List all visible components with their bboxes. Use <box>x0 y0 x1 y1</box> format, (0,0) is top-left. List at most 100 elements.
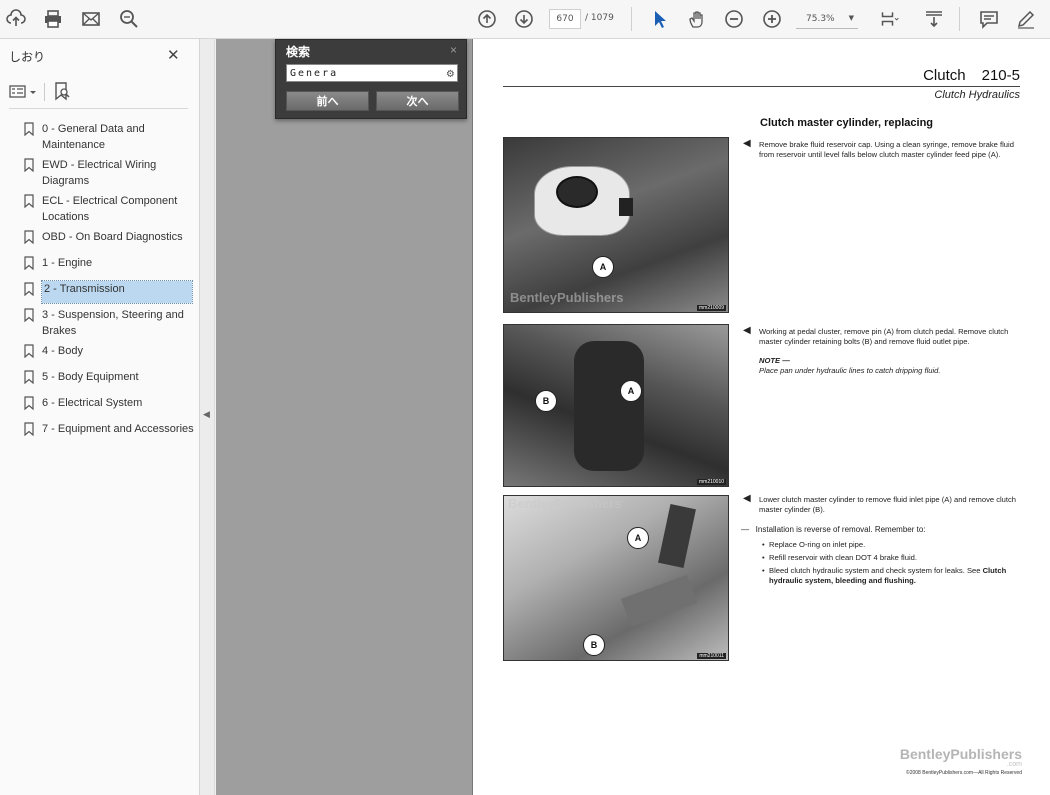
page-fit-icon[interactable] <box>876 8 904 30</box>
bookmark-search-icon[interactable] <box>52 81 72 101</box>
print-icon[interactable] <box>42 8 64 30</box>
publisher-logo: BentleyPublishers <box>899 746 1022 762</box>
watermark: BentleyPublishers <box>510 290 624 305</box>
chapter-title: Clutch <box>923 67 966 84</box>
upload-icon[interactable] <box>5 8 27 30</box>
toolbar-divider <box>631 7 632 31</box>
reservoir-cap <box>556 176 598 208</box>
step-1: ◀ Remove brake fluid reservoir cap. Usin… <box>743 139 1021 160</box>
page-number-input[interactable]: 670 <box>549 9 581 29</box>
gear-icon[interactable]: ⚙ <box>447 66 454 80</box>
bookmark-item[interactable]: 5 - Body Equipment <box>0 367 200 393</box>
bookmark-label: 5 - Body Equipment <box>42 371 139 383</box>
bookmark-item[interactable]: OBD - On Board Diagnostics <box>0 227 200 253</box>
bookmark-item[interactable]: EWD - Electrical Wiring Diagrams <box>0 155 200 191</box>
arrow-icon: ◀ <box>743 493 751 504</box>
tools-divider <box>44 83 45 101</box>
close-icon[interactable]: ✕ <box>167 46 180 64</box>
mail-icon[interactable] <box>80 8 102 30</box>
prev-result-button[interactable]: 前へ <box>286 91 369 111</box>
bookmark-label: ECL - Electrical Component Locations <box>42 195 178 223</box>
cylinder-shape <box>620 574 698 628</box>
callout-b: B <box>535 390 557 412</box>
step-3: ◀ Lower clutch master cylinder to remove… <box>743 494 1021 515</box>
section-heading: Clutch master cylinder, replacing <box>760 117 934 129</box>
comment-icon[interactable] <box>978 8 1000 30</box>
zoom-select[interactable]: 75.3% ▼ <box>796 9 858 29</box>
panel-title: しおり <box>9 50 46 64</box>
bookmark-item[interactable]: ECL - Electrical Component Locations <box>0 191 200 227</box>
photo-tag: mm210009 <box>696 305 726 311</box>
search-icon[interactable] <box>118 8 140 30</box>
bookmark-icon <box>24 344 34 358</box>
panel-collapse-handle[interactable]: ◀ <box>200 39 215 795</box>
bookmarks-panel: しおり ✕ 0 - General Data and Maintenance E… <box>0 39 200 795</box>
publisher-domain: .com <box>1006 761 1022 768</box>
photo-tag: mm210010 <box>696 479 726 485</box>
note-heading: NOTE — <box>759 356 790 365</box>
close-icon[interactable]: × <box>450 43 457 57</box>
zoom-in-icon[interactable] <box>761 8 783 30</box>
search-popup: 検索 × Genera ⚙ 前へ 次へ <box>275 39 467 119</box>
hand-tool-icon[interactable] <box>686 8 708 30</box>
header-rule <box>503 86 1020 87</box>
next-result-button[interactable]: 次へ <box>376 91 459 111</box>
bullet-item: Bleed clutch hydraulic system and check … <box>762 566 1019 586</box>
photo-reservoir: A BentleyPublishers mm210009 <box>503 137 729 313</box>
bookmark-item[interactable]: 6 - Electrical System <box>0 393 200 419</box>
toolbar: 670 / 1079 75.3% ▼ <box>0 0 1050 39</box>
step-3-text: Lower clutch master cylinder to remove f… <box>759 495 1017 514</box>
photo-master-cylinder: BentleyPublishers A B mm210011 <box>503 495 729 661</box>
pdf-page: Clutch 210-5 Clutch Hydraulics Clutch mas… <box>472 39 1050 795</box>
bookmark-icon <box>24 422 34 436</box>
chevron-down-icon: ▼ <box>848 14 854 22</box>
prev-page-icon[interactable] <box>476 8 498 30</box>
bookmark-label: 6 - Electrical System <box>42 397 143 409</box>
callout-a: A <box>592 256 614 278</box>
page-number-label: 210-5 <box>981 67 1020 84</box>
pen-icon[interactable] <box>1015 8 1037 30</box>
bookmark-icon <box>24 256 34 270</box>
callout-b: B <box>583 634 605 656</box>
bookmark-icon <box>24 158 34 172</box>
note-body: Place pan under hydraulic lines to catch… <box>759 366 941 375</box>
bookmark-item[interactable]: 3 - Suspension, Steering and Brakes <box>0 305 200 341</box>
copyright: ©2008 BentleyPublishers.com—All Rights R… <box>906 770 1022 776</box>
bookmark-icon <box>24 370 34 384</box>
bookmark-label: 2 - Transmission <box>41 280 193 304</box>
step-2: ◀ Working at pedal cluster, remove pin (… <box>743 326 1021 376</box>
bookmark-label: 3 - Suspension, Steering and Brakes <box>42 309 184 337</box>
bookmark-label: EWD - Electrical Wiring Diagrams <box>42 159 157 187</box>
callout-a: A <box>620 380 642 402</box>
bookmark-item[interactable]: 1 - Engine <box>0 253 200 279</box>
boot-shape <box>658 503 696 569</box>
zoom-out-icon[interactable] <box>723 8 745 30</box>
bookmark-item[interactable]: 4 - Body <box>0 341 200 367</box>
panel-tools <box>9 81 189 103</box>
step-1-text: Remove brake fluid reservoir cap. Using … <box>759 140 1014 159</box>
bookmark-item-selected[interactable]: 2 - Transmission <box>0 279 200 305</box>
bookmark-label: 7 - Equipment and Accessories <box>42 423 194 435</box>
toolbar-divider <box>959 7 960 31</box>
next-page-icon[interactable] <box>513 8 535 30</box>
bookmark-icon <box>24 122 34 136</box>
select-cursor-icon[interactable] <box>649 8 671 30</box>
bookmark-label: 0 - General Data and Maintenance <box>42 123 145 151</box>
bookmark-label: 4 - Body <box>42 345 83 357</box>
bookmark-item[interactable]: 7 - Equipment and Accessories <box>0 419 200 445</box>
bookmark-label: 1 - Engine <box>42 257 93 269</box>
arrow-icon: ◀ <box>743 138 751 149</box>
pedal-bracket-shape <box>574 341 644 471</box>
bookmark-item[interactable]: 0 - General Data and Maintenance <box>0 119 200 155</box>
bullet-item: Replace O-ring on inlet pipe. <box>762 540 1019 550</box>
scroll-mode-icon[interactable] <box>923 8 945 30</box>
photo-tag: mm210011 <box>697 653 726 659</box>
chapter-subtitle: Clutch Hydraulics <box>934 89 1020 101</box>
panel-divider <box>9 108 188 109</box>
installation-line: — Installation is reverse of removal. Re… <box>741 525 926 534</box>
bookmark-icon <box>24 308 34 322</box>
search-input[interactable]: Genera ⚙ <box>286 64 458 82</box>
bullet-item: Refill reservoir with clean DOT 4 brake … <box>762 553 1019 563</box>
step-2-text: Working at pedal cluster, remove pin (A)… <box>759 327 1009 346</box>
options-menu-icon[interactable] <box>9 83 39 101</box>
